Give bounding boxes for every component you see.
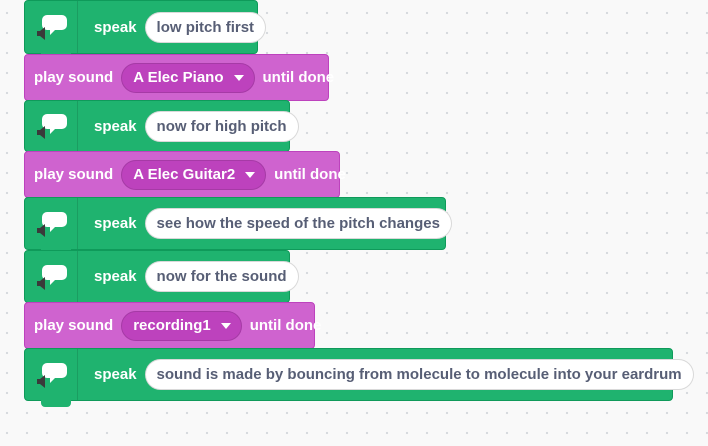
block-connector	[41, 400, 71, 407]
text-to-speech-icon-zone	[25, 251, 78, 302]
sound-dropdown-value: A Elec Guitar2	[133, 166, 236, 183]
caret-down-icon	[233, 74, 244, 81]
speak-block[interactable]: speak sound is made by bouncing from mol…	[24, 348, 694, 407]
sound-dropdown[interactable]: A Elec Guitar2	[121, 159, 267, 190]
sound-dropdown[interactable]: A Elec Piano	[121, 62, 255, 93]
play-sound-until-done-block[interactable]: play sound recording1 until done	[24, 302, 321, 355]
speak-block[interactable]: speak now for high pitch	[24, 100, 299, 158]
speech-bubble-speaker-icon	[37, 15, 67, 40]
until-done-label: until done	[249, 317, 322, 334]
speak-label: speak	[94, 117, 137, 135]
speech-bubble-speaker-icon	[37, 264, 67, 290]
speech-bubble-speaker-icon	[37, 362, 67, 388]
play-sound-until-done-block[interactable]: play sound A Elec Piano until done	[24, 54, 334, 107]
play-sound-label: play sound	[34, 317, 114, 334]
sound-dropdown-value: recording1	[133, 317, 211, 334]
speak-label: speak	[94, 366, 137, 383]
sound-dropdown[interactable]: recording1	[121, 310, 242, 341]
speech-bubble-speaker-icon	[37, 211, 67, 237]
code-script-area: speak low pitch first play sound A Elec …	[0, 0, 708, 446]
play-sound-label: play sound	[34, 69, 114, 86]
caret-down-icon	[220, 322, 231, 329]
speak-label: speak	[94, 18, 137, 36]
text-to-speech-icon-zone	[25, 349, 78, 400]
speak-text-input[interactable]: low pitch first	[144, 11, 267, 43]
speak-text-input[interactable]: see how the speed of the pitch changes	[144, 208, 452, 239]
speak-block[interactable]: speak now for the sound	[24, 250, 299, 309]
speak-block[interactable]: speak see how the speed of the pitch cha…	[24, 197, 452, 256]
speak-label: speak	[94, 215, 137, 232]
speak-text-input[interactable]: now for high pitch	[144, 110, 299, 142]
speak-text-input[interactable]: now for the sound	[144, 261, 299, 292]
speak-label: speak	[94, 268, 137, 285]
play-sound-until-done-block[interactable]: play sound A Elec Guitar2 until done	[24, 151, 346, 204]
speech-bubble-speaker-icon	[37, 114, 67, 139]
sound-dropdown-value: A Elec Piano	[133, 69, 224, 86]
text-to-speech-icon-zone	[25, 1, 78, 53]
play-sound-label: play sound	[34, 166, 114, 183]
until-done-label: until done	[274, 166, 346, 183]
speak-block[interactable]: speak low pitch first	[24, 0, 267, 60]
caret-down-icon	[245, 171, 256, 178]
until-done-label: until done	[262, 69, 335, 86]
text-to-speech-icon-zone	[25, 101, 78, 151]
text-to-speech-icon-zone	[25, 198, 78, 249]
speak-text-input[interactable]: sound is made by bouncing from molecule …	[144, 359, 694, 390]
